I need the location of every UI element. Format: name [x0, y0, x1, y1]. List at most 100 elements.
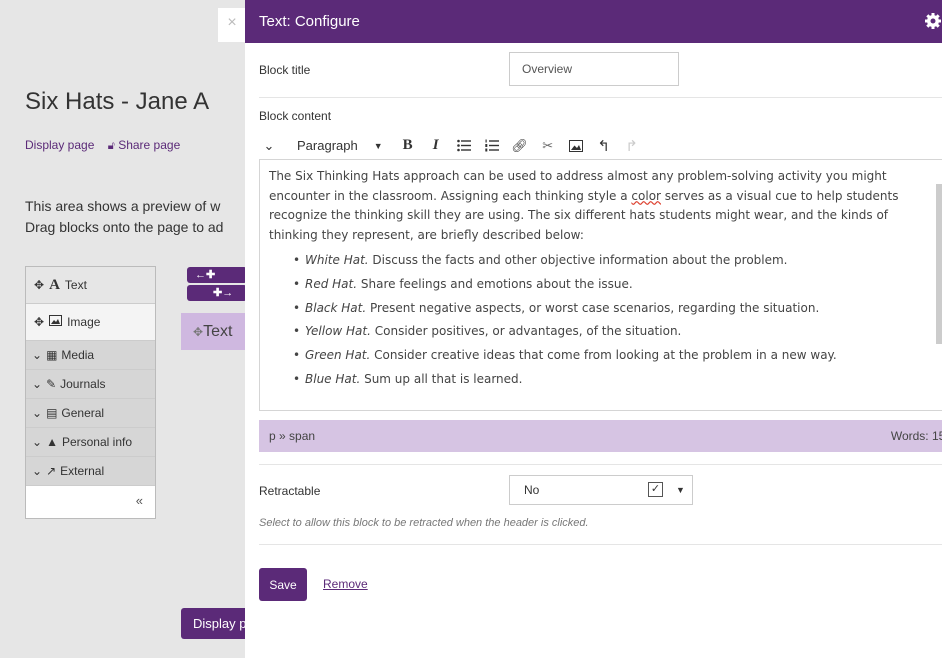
pencil-icon: ✎	[46, 377, 57, 391]
bold-icon[interactable]: B	[397, 132, 419, 159]
remove-link[interactable]: Remove	[323, 577, 368, 591]
hat-name: Blue Hat.	[305, 371, 361, 386]
undo-icon[interactable]: ↰	[593, 132, 615, 159]
block-title-label: Block title	[259, 63, 311, 77]
close-icon[interactable]: ×	[218, 8, 246, 42]
description-line: This area shows a preview of w	[25, 198, 221, 214]
palette-category-external[interactable]: ⌄ ↗ External	[26, 457, 155, 486]
retractable-label: Retractable	[259, 484, 321, 498]
hat-name: Green Hat.	[305, 348, 371, 363]
drag-handle-icon: ✥	[34, 278, 45, 292]
hat-description: Share feelings and emotions about the is…	[357, 276, 633, 291]
chevron-down-icon: ⌄	[32, 464, 43, 478]
word-count: Words: 153	[890, 429, 942, 443]
palette-item-image[interactable]: ✥ Image	[26, 304, 155, 341]
palette-item-label: Text	[64, 278, 87, 292]
rich-text-editor[interactable]: The Six Thinking Hats approach can be us…	[259, 159, 942, 411]
list-item: White Hat. Discuss the facts and other o…	[293, 251, 912, 271]
redo-icon[interactable]: ↱	[621, 132, 643, 159]
chevron-down-icon: ⌄	[32, 435, 43, 449]
palette-category-personal-info[interactable]: ⌄ ▲ Personal info	[26, 428, 155, 457]
image-icon	[49, 315, 63, 329]
description-line: Drag blocks onto the page to ad	[25, 219, 224, 235]
film-icon: ▦	[46, 348, 58, 362]
block-palette: ✥ A Text ✥ Image ⌄ ▦ Media ⌄ ✎ Journals …	[25, 266, 156, 519]
move-left-arrows-icon[interactable]: ←✚	[187, 267, 247, 283]
hat-description: Consider creative ideas that come from l…	[370, 348, 837, 363]
panel-title: Text: Configure	[259, 13, 360, 30]
palette-item-text[interactable]: ✥ A Text	[26, 267, 155, 304]
editor-toolbar: ⌄ Paragraph ▼ B I 🔗︎ ✂ ↰ ↱	[259, 132, 942, 159]
list-item: Blue Hat. Sum up all that is learned.	[293, 370, 912, 390]
category-label: Personal info	[61, 435, 132, 449]
hat-name: Yellow Hat.	[305, 324, 371, 339]
editor-scrollbar[interactable]	[936, 166, 942, 386]
hats-list: White Hat. Discuss the facts and other o…	[269, 251, 912, 389]
divider	[259, 464, 942, 465]
editor-paragraph: The Six Thinking Hats approach can be us…	[269, 167, 912, 245]
palette-category-journals[interactable]: ⌄ ✎ Journals	[26, 370, 155, 399]
drag-handle-icon: ✥	[193, 325, 204, 339]
chevron-down-icon: ⌄	[32, 377, 43, 391]
palette-category-general[interactable]: ⌄ ▤ General	[26, 399, 155, 428]
retractable-select[interactable]: No ✓ ▼	[509, 475, 693, 505]
caret-down-icon: ▼	[676, 485, 685, 495]
hat-description: Discuss the facts and other objective in…	[368, 253, 788, 267]
display-page-button[interactable]: Display p	[181, 608, 251, 639]
gear-icon[interactable]	[924, 12, 942, 30]
move-right-arrows-icon[interactable]: ✚→	[187, 285, 247, 301]
unlink-icon[interactable]: ✂	[537, 132, 559, 159]
divider	[259, 544, 942, 545]
chevron-down-icon: ⌄	[32, 406, 43, 420]
block-content-label: Block content	[259, 109, 332, 123]
italic-icon[interactable]: I	[425, 132, 447, 159]
drag-handle-icon: ✥	[34, 315, 45, 329]
category-label: Media	[61, 348, 95, 362]
palette-item-label: Image	[67, 315, 101, 329]
page-links: Display page 🔓︎ Share page	[25, 138, 180, 153]
editor-status-bar: p » span Words: 153	[259, 420, 942, 452]
list-item: Red Hat. Share feelings and emotions abo…	[293, 275, 912, 295]
format-select-label: Paragraph	[297, 138, 358, 153]
block-title-input[interactable]: Overview	[509, 52, 679, 86]
list-item: Yellow Hat. Consider positives, or advan…	[293, 322, 912, 342]
share-page-link[interactable]: Share page	[118, 138, 180, 152]
misspelled-word: color	[631, 188, 661, 203]
display-page-link[interactable]: Display page	[25, 138, 94, 152]
collapse-palette-button[interactable]: «	[26, 486, 155, 518]
text-A-icon: A	[49, 276, 60, 293]
hat-description: Present negative aspects, or worst case …	[366, 300, 820, 315]
hat-description: Sum up all that is learned.	[360, 371, 523, 386]
external-link-icon: ↗	[46, 464, 57, 478]
bullet-list-icon[interactable]	[453, 132, 475, 159]
page-description: This area shows a preview of w Drag bloc…	[25, 196, 223, 238]
user-icon: ▲	[46, 435, 58, 449]
divider	[259, 97, 942, 98]
insert-image-icon[interactable]	[565, 132, 587, 159]
link-icon[interactable]: 🔗︎	[509, 132, 531, 159]
category-label: General	[61, 406, 105, 420]
panel-header: Text: Configure	[245, 0, 942, 43]
list-item: Black Hat. Present negative aspects, or …	[293, 299, 912, 319]
toolbar-toggle-chevron-down-icon[interactable]: ⌄	[259, 132, 279, 159]
format-select[interactable]: Paragraph ▼	[297, 132, 383, 159]
save-button[interactable]: Save	[259, 568, 307, 601]
move-block-controls[interactable]: ←✚ ✚→	[187, 267, 247, 303]
hat-description: Consider positives, or advantages, of th…	[370, 324, 682, 339]
configure-panel: Text: Configure Block title Overview Blo…	[245, 0, 942, 658]
hat-name: White Hat.	[305, 253, 369, 267]
chevron-down-icon: ⌄	[32, 348, 43, 362]
element-path[interactable]: p » span	[269, 429, 315, 443]
category-label: External	[60, 464, 105, 478]
retractable-hint: Select to allow this block to be retract…	[259, 517, 589, 529]
caret-down-icon: ▼	[373, 140, 383, 151]
chevron-down-icon: ✓	[648, 482, 663, 497]
palette-category-media[interactable]: ⌄ ▦ Media	[26, 341, 155, 370]
lock-icon: 🔓︎	[107, 140, 115, 152]
scrollbar-thumb[interactable]	[936, 184, 942, 344]
drop-preview-block: ✥Text	[181, 313, 251, 350]
page-title: Six Hats - Jane A	[25, 88, 210, 115]
numbered-list-icon[interactable]	[481, 132, 503, 159]
drop-preview-label: Text	[203, 323, 233, 340]
hat-name: Black Hat.	[305, 300, 367, 315]
